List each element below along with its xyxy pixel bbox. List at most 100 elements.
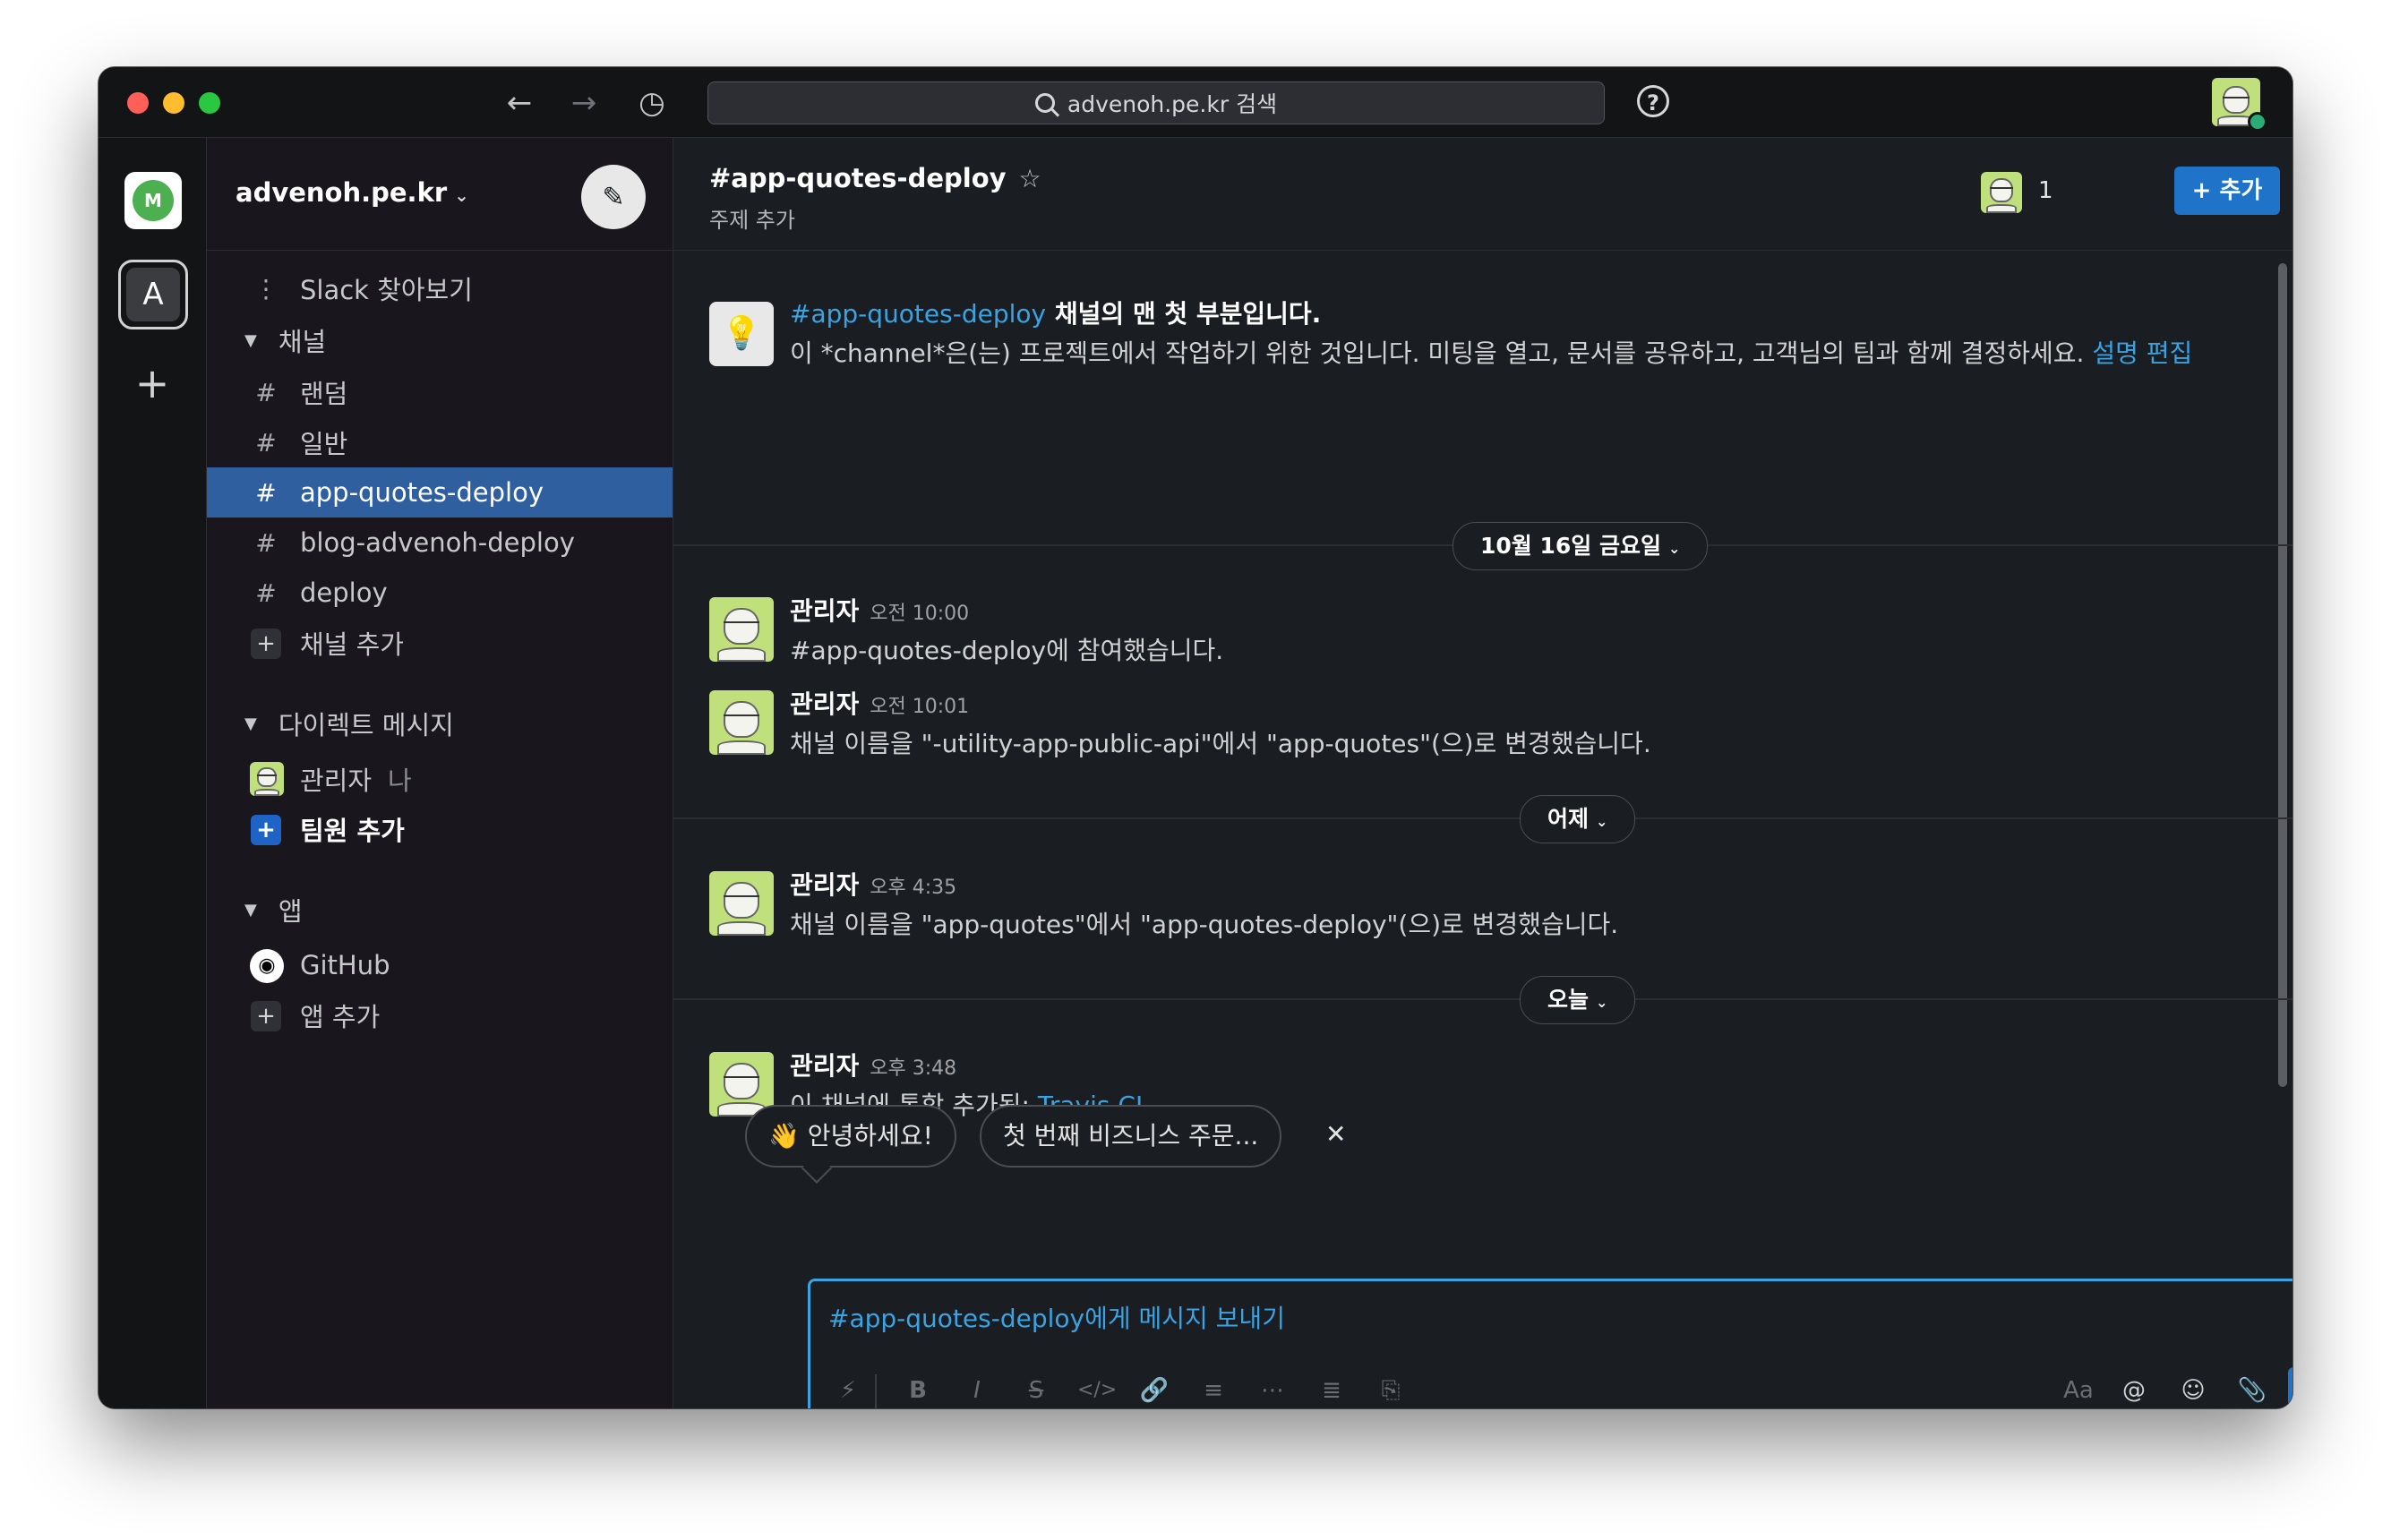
- date-pill-button[interactable]: 10월 16일 금요일 ⌄: [1453, 522, 1709, 570]
- search-bar[interactable]: advenoh.pe.kr 검색: [707, 81, 1605, 124]
- workspace-letter: A: [126, 268, 180, 321]
- link-icon[interactable]: 🔗: [1136, 1373, 1172, 1408]
- arrow-left-icon[interactable]: ←: [500, 83, 539, 123]
- message-time[interactable]: 오전 10:01: [870, 696, 969, 718]
- message-header: 관리자 오후 4:35: [790, 866, 956, 902]
- message-composer[interactable]: #app-quotes-deploy에게 메시지 보내기 ⚡ B I S </>…: [808, 1279, 2292, 1408]
- star-icon[interactable]: ☆: [1019, 164, 1041, 193]
- dm-avatar: [250, 762, 284, 796]
- message-author[interactable]: 관리자: [790, 689, 859, 719]
- add-channel-label: 채널 추가: [300, 629, 404, 660]
- message-time[interactable]: 오후 4:35: [870, 877, 956, 899]
- message-avatar[interactable]: [709, 597, 774, 662]
- close-icon[interactable]: ✕: [1325, 1119, 1346, 1149]
- plus-icon: +: [250, 1000, 282, 1031]
- caret-down-icon: ▼: [244, 714, 257, 733]
- code-block-icon[interactable]: ⎘: [1373, 1373, 1409, 1408]
- question-icon[interactable]: ?: [1637, 85, 1669, 117]
- strikethrough-icon[interactable]: S: [1018, 1373, 1054, 1408]
- intro-heading-text: 채널의 맨 첫 부분입니다.: [1046, 299, 1322, 329]
- italic-icon[interactable]: I: [959, 1373, 995, 1408]
- hash-icon: #: [255, 527, 277, 558]
- intro-channel-link[interactable]: #app-quotes-deploy: [790, 299, 1046, 329]
- message-author[interactable]: 관리자: [790, 870, 859, 900]
- minimize-window-button[interactable]: [163, 92, 184, 114]
- sidebar-item-dm-self[interactable]: 관리자 나: [207, 754, 673, 804]
- send-button[interactable]: ➤: [2288, 1367, 2292, 1408]
- scrollbar[interactable]: [2278, 263, 2287, 1087]
- message-text: 채널 이름을 "app-quotes"에서 "app-quotes-deploy…: [790, 910, 1619, 939]
- caret-down-icon: ▼: [244, 330, 257, 350]
- zoom-window-button[interactable]: [199, 92, 220, 114]
- shortcuts-lightning-icon[interactable]: ⚡: [832, 1373, 864, 1408]
- sidebar-item-browse[interactable]: ⋮ Slack 찾아보기: [207, 263, 673, 313]
- attachment-icon[interactable]: 📎: [2234, 1373, 2270, 1408]
- search-text: advenoh.pe.kr 검색: [1067, 91, 1278, 117]
- bold-icon[interactable]: B: [900, 1373, 936, 1408]
- arrow-right-icon[interactable]: →: [564, 83, 604, 123]
- toolbar-separator: [875, 1374, 877, 1408]
- clock-icon[interactable]: ◷: [632, 83, 672, 123]
- more-vertical-icon: ⋮: [253, 273, 279, 304]
- sidebar-item-channel-active[interactable]: # app-quotes-deploy: [207, 467, 673, 518]
- suggestion-business-button[interactable]: 첫 번째 비즈니스 주문...: [980, 1105, 1282, 1168]
- message-text: #app-quotes-deploy에 참여했습니다.: [790, 636, 1224, 665]
- github-icon: ◉: [250, 948, 284, 983]
- plus-icon: +: [250, 628, 282, 659]
- add-member-header-button[interactable]: + 추가: [2174, 167, 2280, 215]
- date-pill-button[interactable]: 어제 ⌄: [1520, 795, 1636, 843]
- sidebar-item-channel[interactable]: # deploy: [207, 568, 673, 618]
- workspace-name: advenoh.pe.kr: [236, 177, 448, 208]
- app-label: GitHub: [300, 950, 390, 980]
- section-channels[interactable]: ▼ 채널: [207, 313, 673, 367]
- mention-icon[interactable]: @: [2116, 1373, 2152, 1408]
- message-header: 관리자 오전 10:00: [790, 592, 969, 628]
- member-avatar[interactable]: [1981, 172, 2022, 213]
- date-pill-button[interactable]: 오늘 ⌄: [1520, 976, 1636, 1024]
- date-label: 오늘: [1547, 987, 1590, 1013]
- workspace-logo[interactable]: M: [124, 172, 182, 229]
- slack-window: ← → ◷ advenoh.pe.kr 검색 ? M A + advenoh.p…: [99, 67, 2292, 1408]
- chevron-down-icon: ⌄: [1596, 813, 1608, 830]
- formatting-toggle-icon[interactable]: Aa: [2059, 1373, 2098, 1408]
- add-channel-button[interactable]: + 채널 추가: [207, 618, 673, 668]
- search-icon: [1034, 93, 1055, 113]
- dm-me-tag: 나: [388, 766, 412, 796]
- message-avatar[interactable]: [709, 690, 774, 755]
- add-app-button[interactable]: + 앱 추가: [207, 990, 673, 1040]
- add-workspace-icon[interactable]: +: [131, 362, 174, 405]
- message-author[interactable]: 관리자: [790, 1051, 859, 1081]
- sidebar-item-label: Slack 찾아보기: [300, 275, 473, 305]
- section-label: 채널: [278, 327, 327, 357]
- message-time[interactable]: 오후 3:48: [870, 1057, 956, 1080]
- bullet-list-icon[interactable]: ⋯: [1255, 1373, 1290, 1408]
- add-topic-link[interactable]: 주제 추가: [709, 202, 795, 234]
- section-direct-messages[interactable]: ▼ 다이렉트 메시지: [207, 697, 673, 750]
- blockquote-icon[interactable]: ≣: [1314, 1373, 1350, 1408]
- section-apps[interactable]: ▼ 앱: [207, 883, 673, 937]
- add-member-button[interactable]: + 팀원 추가: [207, 804, 673, 854]
- workspace-logo-icon: M: [133, 180, 174, 221]
- compose-icon[interactable]: ✎: [581, 165, 646, 229]
- workspace-menu[interactable]: advenoh.pe.kr ⌄: [236, 177, 469, 208]
- sidebar-item-channel[interactable]: # 일반: [207, 417, 673, 467]
- sidebar-item-app-github[interactable]: ◉ GitHub: [207, 940, 673, 990]
- plus-icon: +: [250, 814, 282, 845]
- channel-title-button[interactable]: #app-quotes-deploy ☆: [709, 163, 1041, 193]
- ordered-list-icon[interactable]: ≡: [1196, 1373, 1231, 1408]
- date-label: 10월 16일 금요일: [1480, 533, 1661, 559]
- emoji-icon[interactable]: ☺: [2175, 1373, 2211, 1408]
- workspace-switcher-a[interactable]: A: [118, 260, 188, 329]
- sidebar: advenoh.pe.kr ⌄ ✎ ⋮ Slack 찾아보기 ▼ 채널 # 랜덤 …: [207, 138, 673, 1408]
- message-time[interactable]: 오전 10:00: [870, 603, 969, 625]
- edit-description-link[interactable]: 설명 편집: [2092, 338, 2192, 368]
- close-window-button[interactable]: [127, 92, 149, 114]
- code-icon[interactable]: </>: [1077, 1373, 1117, 1408]
- message-author[interactable]: 관리자: [790, 596, 859, 626]
- suggestion-hello-button[interactable]: 👋 안녕하세요!: [745, 1105, 956, 1168]
- lightbulb-icon: 💡: [709, 302, 774, 366]
- sidebar-item-channel[interactable]: # blog-advenoh-deploy: [207, 518, 673, 568]
- member-count[interactable]: 1: [2038, 177, 2053, 204]
- message-avatar[interactable]: [709, 871, 774, 936]
- sidebar-item-channel[interactable]: # 랜덤: [207, 367, 673, 417]
